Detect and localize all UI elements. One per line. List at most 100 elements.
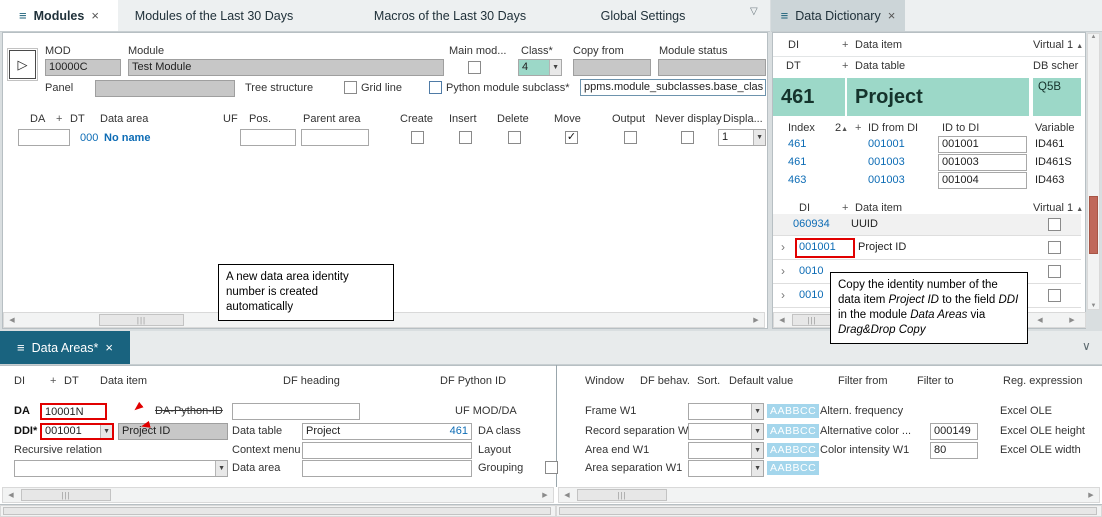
horizontal-scrollbar[interactable]: ◀ ||| ▶ [558, 487, 1100, 503]
tab-data-areas[interactable]: ≡ Data Areas* × [0, 331, 130, 364]
chevron-down-icon[interactable]: ▼ [215, 461, 227, 476]
close-icon[interactable]: × [105, 340, 113, 355]
window-scrollbar[interactable] [0, 505, 556, 517]
grid-header-never-display[interactable]: Never display [655, 113, 722, 125]
default-value-header[interactable]: Default value [729, 375, 793, 387]
link-row-from[interactable]: 001003 [868, 174, 905, 186]
grid-header-uf[interactable]: UF [223, 113, 238, 125]
dt-header[interactable]: DT [786, 60, 801, 72]
scroll-right-button[interactable]: ▶ [1083, 488, 1099, 502]
tab-macros-last-30-days[interactable]: Macros of the Last 30 Days [331, 0, 569, 31]
plus-icon[interactable]: + [855, 122, 861, 134]
link-row-from[interactable]: 001001 [868, 138, 905, 150]
never-display-checkbox[interactable] [681, 131, 694, 144]
df-behav-header[interactable]: DF behav. [640, 375, 690, 387]
virtual-checkbox[interactable] [1048, 241, 1061, 254]
data-area-field[interactable] [302, 460, 472, 477]
tab-modules-last-30-days[interactable]: Modules of the Last 30 Days [118, 0, 310, 31]
tab-data-dictionary[interactable]: ≡ Data Dictionary × [771, 0, 905, 31]
ddi-combo[interactable]: 001001 ▼ [40, 423, 114, 440]
filter-icon[interactable]: ▽ [750, 6, 758, 17]
main-mod-checkbox[interactable] [468, 61, 481, 74]
grid-header-delete[interactable]: Delete [497, 113, 529, 125]
scroll-up-icon[interactable]: ▲ [1088, 34, 1099, 40]
grid-parent-field[interactable] [301, 129, 369, 146]
mod-field[interactable]: 10000C [45, 59, 121, 76]
chevron-down-icon[interactable]: ▼ [549, 60, 561, 75]
grid-header-insert[interactable]: Insert [449, 113, 477, 125]
scroll-right-button[interactable]: ▶ [748, 313, 764, 327]
scroll-down-icon[interactable]: ▼ [1088, 303, 1099, 309]
scroll-right-button[interactable]: ▶ [1064, 313, 1080, 327]
grid-line-checkbox[interactable] [344, 81, 357, 94]
grouping-checkbox[interactable] [545, 461, 558, 474]
menu-icon[interactable]: ≡ [17, 340, 25, 355]
scroll-left-button[interactable]: ◀ [4, 313, 20, 327]
grid-header-move[interactable]: Move [554, 113, 581, 125]
panel-field[interactable] [95, 80, 235, 97]
record-separation-color-chip[interactable]: AABBCC [767, 424, 819, 438]
selected-table-id[interactable]: 461 [773, 78, 845, 116]
displa-combo[interactable]: 1 ▼ [718, 129, 766, 146]
area-end-color-chip[interactable]: AABBCC [767, 443, 819, 457]
grid-header-create[interactable]: Create [400, 113, 433, 125]
ddi-name-field[interactable]: Project ID [118, 423, 228, 440]
grid-dt-value[interactable]: 000 [80, 132, 98, 144]
window-scrollbar[interactable] [556, 505, 1102, 517]
di-header[interactable]: DI [788, 39, 799, 51]
close-icon[interactable]: × [91, 8, 99, 23]
scroll-left-button[interactable]: ◀ [1032, 313, 1048, 327]
color-intensity-field[interactable]: 80 [930, 442, 978, 459]
scrollbar-thumb[interactable] [3, 507, 551, 515]
data-item-di[interactable]: 0010 [799, 289, 823, 301]
create-checkbox[interactable] [411, 131, 424, 144]
output-checkbox[interactable] [624, 131, 637, 144]
dt-header[interactable]: DT [64, 375, 79, 387]
scrollbar-thumb[interactable] [559, 507, 1097, 515]
link-row-to-field[interactable]: 001003 [938, 154, 1027, 171]
id-to-di-header[interactable]: ID to DI [942, 122, 979, 134]
link-row-index[interactable]: 461 [788, 156, 806, 168]
delete-checkbox[interactable] [508, 131, 521, 144]
chevron-down-icon[interactable]: ▼ [753, 130, 765, 145]
di-header[interactable]: DI [799, 202, 810, 214]
close-icon[interactable]: × [888, 8, 896, 23]
chevron-down-icon[interactable]: ▼ [751, 424, 763, 439]
module-status-field[interactable] [658, 59, 766, 76]
context-menu-field[interactable] [302, 442, 472, 459]
expand-icon[interactable]: › [781, 240, 785, 254]
copy-from-field[interactable] [573, 59, 651, 76]
tab-modules[interactable]: ≡ Modules × [0, 0, 118, 31]
link-row-variable[interactable]: ID463 [1035, 174, 1064, 186]
grid-da-input[interactable] [18, 129, 70, 146]
da-field[interactable]: 10001N [40, 403, 107, 420]
frame-w1-combo[interactable]: ▼ [688, 403, 764, 420]
data-item-row[interactable]: 060934 UUID [773, 214, 1081, 236]
sort-order-header[interactable]: 2▲ [835, 122, 848, 134]
grid-header-data-area[interactable]: Data area [100, 113, 148, 125]
frame-color-chip[interactable]: AABBCC [767, 404, 819, 418]
tab-global-settings[interactable]: Global Settings [569, 0, 717, 31]
da-python-id-field[interactable] [232, 403, 360, 420]
grid-data-area-value[interactable]: No name [104, 132, 150, 144]
link-row-index[interactable]: 463 [788, 174, 806, 186]
plus-icon[interactable]: + [842, 39, 848, 51]
data-table-field[interactable]: Project 461 [302, 423, 472, 440]
python-subclass-field[interactable]: ppms.module_subclasses.base_clas [580, 79, 766, 96]
record-separation-combo[interactable]: ▼ [688, 423, 764, 440]
scrollbar-thumb[interactable]: ||| [577, 489, 667, 501]
grid-header-plus[interactable]: + [56, 113, 62, 125]
data-item-name[interactable]: Project ID [858, 241, 906, 253]
data-item-di[interactable]: 060934 [793, 218, 830, 230]
move-checkbox[interactable]: ✓ [565, 131, 578, 144]
filter-to-header[interactable]: Filter to [917, 375, 954, 387]
link-row-to-field[interactable]: 001004 [938, 172, 1027, 189]
grid-header-pos[interactable]: Pos. [249, 113, 271, 125]
sort-header[interactable]: Sort. [697, 375, 720, 387]
data-item-header[interactable]: Data item [855, 39, 902, 51]
link-row-index[interactable]: 461 [788, 138, 806, 150]
menu-icon[interactable]: ≡ [781, 8, 789, 23]
scroll-left-button[interactable]: ◀ [559, 488, 575, 502]
play-button[interactable]: ▷ [9, 50, 36, 79]
data-item-header[interactable]: Data item [855, 202, 902, 214]
